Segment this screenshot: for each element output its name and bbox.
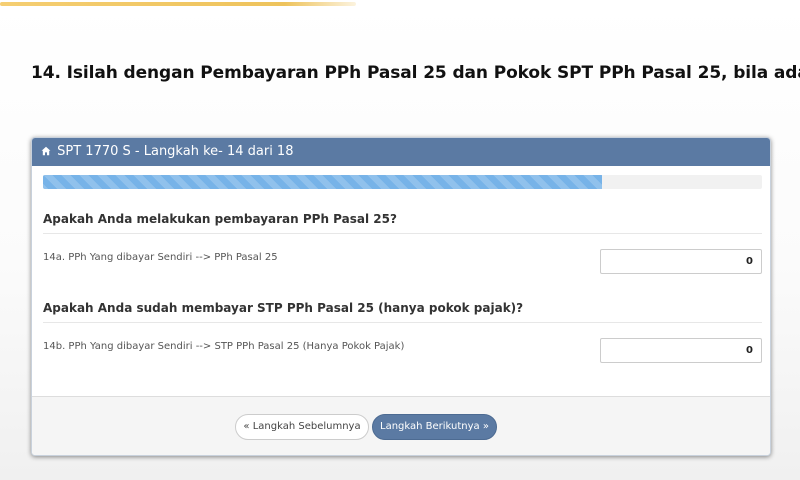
progress-bar <box>43 175 762 189</box>
panel-header: SPT 1770 S - Langkah ke- 14 dari 18 <box>32 138 770 166</box>
panel-footer: « Langkah Sebelumnya Langkah Berikutnya … <box>32 396 770 455</box>
pph25-amount-input[interactable] <box>600 249 762 274</box>
field-label-14b: 14b. PPh Yang dibayar Sendiri --> STP PP… <box>43 341 405 352</box>
progress-bar-fill <box>43 175 603 189</box>
chevron-right-icon: » <box>482 421 489 432</box>
previous-step-button[interactable]: « Langkah Sebelumnya <box>235 414 369 440</box>
section-title-pph25: Apakah Anda melakukan pembayaran PPh Pas… <box>43 212 762 234</box>
panel-title: SPT 1770 S - Langkah ke- 14 dari 18 <box>57 144 294 159</box>
wizard-panel: SPT 1770 S - Langkah ke- 14 dari 18 Apak… <box>31 137 771 456</box>
instruction-heading: 14. Isilah dengan Pembayaran PPh Pasal 2… <box>31 63 800 83</box>
top-accent-line <box>0 2 356 6</box>
home-icon <box>41 139 51 167</box>
previous-step-label: Langkah Sebelumnya <box>252 421 361 432</box>
section-title-stp-pph25: Apakah Anda sudah membayar STP PPh Pasal… <box>43 301 762 323</box>
next-step-button[interactable]: Langkah Berikutnya » <box>372 414 497 440</box>
field-label-14a: 14a. PPh Yang dibayar Sendiri --> PPh Pa… <box>43 252 278 263</box>
next-step-label: Langkah Berikutnya <box>380 421 480 432</box>
chevron-left-icon: « <box>243 421 250 432</box>
stp-pph25-amount-input[interactable] <box>600 338 762 363</box>
